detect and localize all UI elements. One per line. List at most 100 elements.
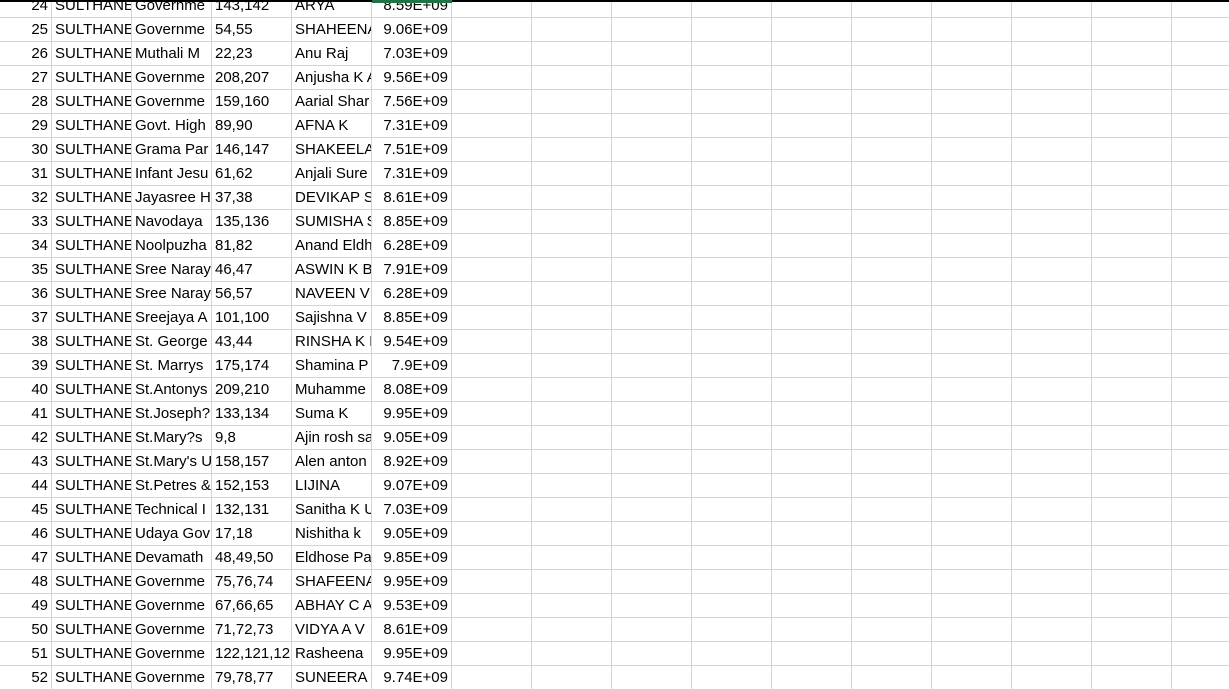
name-cell[interactable]: SHAFEENA <box>292 570 372 594</box>
empty-cell[interactable] <box>612 498 692 522</box>
district-cell[interactable]: SULTHANE <box>52 162 132 186</box>
empty-cell[interactable] <box>932 498 1012 522</box>
empty-cell[interactable] <box>532 18 612 42</box>
empty-cell[interactable] <box>852 666 932 690</box>
empty-cell[interactable] <box>932 474 1012 498</box>
empty-cell[interactable] <box>1172 618 1229 642</box>
name-cell[interactable]: Alen anton <box>292 450 372 474</box>
empty-cell[interactable] <box>1092 570 1172 594</box>
empty-cell[interactable] <box>1012 66 1092 90</box>
empty-cell[interactable] <box>452 618 532 642</box>
empty-cell[interactable] <box>692 90 772 114</box>
school-cell[interactable]: St.Antonys <box>132 378 212 402</box>
empty-cell[interactable] <box>772 450 852 474</box>
empty-cell[interactable] <box>612 42 692 66</box>
empty-cell[interactable] <box>1172 402 1229 426</box>
name-cell[interactable]: Anu Raj <box>292 42 372 66</box>
booth-numbers-cell[interactable]: 61,62 <box>212 162 292 186</box>
empty-cell[interactable] <box>612 546 692 570</box>
school-cell[interactable]: Technical I <box>132 498 212 522</box>
district-cell[interactable]: SULTHANE <box>52 330 132 354</box>
empty-cell[interactable] <box>612 618 692 642</box>
empty-cell[interactable] <box>532 570 612 594</box>
district-cell[interactable]: SULTHANE <box>52 450 132 474</box>
empty-cell[interactable] <box>532 666 612 690</box>
empty-cell[interactable] <box>932 114 1012 138</box>
name-cell[interactable]: SUNEERA T <box>292 666 372 690</box>
empty-cell[interactable] <box>932 402 1012 426</box>
school-cell[interactable]: Govt. High <box>132 114 212 138</box>
empty-cell[interactable] <box>932 354 1012 378</box>
district-cell[interactable]: SULTHANE <box>52 138 132 162</box>
empty-cell[interactable] <box>612 258 692 282</box>
school-cell[interactable]: Devamath <box>132 546 212 570</box>
empty-cell[interactable] <box>1012 498 1092 522</box>
empty-cell[interactable] <box>612 210 692 234</box>
row-number-cell[interactable]: 31 <box>0 162 52 186</box>
empty-cell[interactable] <box>932 138 1012 162</box>
district-cell[interactable]: SULTHANE <box>52 498 132 522</box>
row-number-cell[interactable]: 25 <box>0 18 52 42</box>
empty-cell[interactable] <box>692 138 772 162</box>
empty-cell[interactable] <box>1092 522 1172 546</box>
empty-cell[interactable] <box>612 282 692 306</box>
row-number-cell[interactable]: 32 <box>0 186 52 210</box>
empty-cell[interactable] <box>1172 378 1229 402</box>
phone-cell[interactable]: 7.56E+09 <box>372 90 452 114</box>
empty-cell[interactable] <box>1092 450 1172 474</box>
booth-numbers-cell[interactable]: 22,23 <box>212 42 292 66</box>
school-cell[interactable]: Governme <box>132 18 212 42</box>
empty-cell[interactable] <box>612 138 692 162</box>
empty-cell[interactable] <box>1092 666 1172 690</box>
empty-cell[interactable] <box>692 594 772 618</box>
district-cell[interactable]: SULTHANE <box>52 594 132 618</box>
district-cell[interactable]: SULTHANE <box>52 258 132 282</box>
empty-cell[interactable] <box>772 522 852 546</box>
empty-cell[interactable] <box>612 306 692 330</box>
empty-cell[interactable] <box>932 66 1012 90</box>
empty-cell[interactable] <box>1012 402 1092 426</box>
school-cell[interactable]: St.Mary's U <box>132 450 212 474</box>
booth-numbers-cell[interactable]: 48,49,50 <box>212 546 292 570</box>
name-cell[interactable]: Anjali Sure <box>292 162 372 186</box>
empty-cell[interactable] <box>852 354 932 378</box>
booth-numbers-cell[interactable]: 208,207 <box>212 66 292 90</box>
empty-cell[interactable] <box>532 354 612 378</box>
empty-cell[interactable] <box>1012 594 1092 618</box>
empty-cell[interactable] <box>932 282 1012 306</box>
school-cell[interactable]: Jayasree H <box>132 186 212 210</box>
empty-cell[interactable] <box>692 522 772 546</box>
district-cell[interactable]: SULTHANE <box>52 306 132 330</box>
row-number-cell[interactable]: 51 <box>0 642 52 666</box>
empty-cell[interactable] <box>532 138 612 162</box>
empty-cell[interactable] <box>932 186 1012 210</box>
empty-cell[interactable] <box>852 42 932 66</box>
name-cell[interactable]: VIDYA A V <box>292 618 372 642</box>
empty-cell[interactable] <box>852 402 932 426</box>
empty-cell[interactable] <box>1092 210 1172 234</box>
empty-cell[interactable] <box>932 330 1012 354</box>
empty-cell[interactable] <box>1092 234 1172 258</box>
empty-cell[interactable] <box>1012 354 1092 378</box>
empty-cell[interactable] <box>1092 498 1172 522</box>
school-cell[interactable]: Sree Naray <box>132 282 212 306</box>
empty-cell[interactable] <box>772 186 852 210</box>
district-cell[interactable]: SULTHANE <box>52 210 132 234</box>
empty-cell[interactable] <box>1092 66 1172 90</box>
row-number-cell[interactable]: 35 <box>0 258 52 282</box>
row-number-cell[interactable]: 29 <box>0 114 52 138</box>
booth-numbers-cell[interactable]: 71,72,73 <box>212 618 292 642</box>
empty-cell[interactable] <box>1012 426 1092 450</box>
empty-cell[interactable] <box>932 42 1012 66</box>
empty-cell[interactable] <box>932 378 1012 402</box>
empty-cell[interactable] <box>532 378 612 402</box>
empty-cell[interactable] <box>532 90 612 114</box>
empty-cell[interactable] <box>1012 186 1092 210</box>
empty-cell[interactable] <box>852 138 932 162</box>
empty-cell[interactable] <box>772 18 852 42</box>
name-cell[interactable]: Suma K <box>292 402 372 426</box>
empty-cell[interactable] <box>772 42 852 66</box>
empty-cell[interactable] <box>772 474 852 498</box>
empty-cell[interactable] <box>772 114 852 138</box>
empty-cell[interactable] <box>852 426 932 450</box>
